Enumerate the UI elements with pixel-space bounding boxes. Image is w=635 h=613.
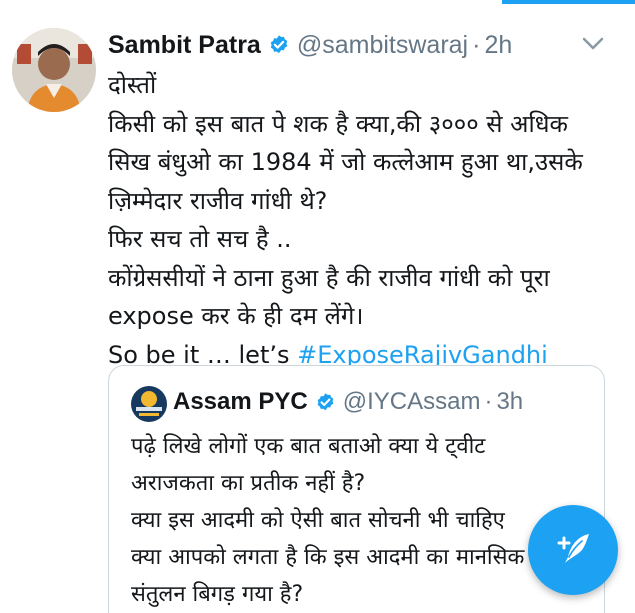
quoted-tweet-header: Assam PYC @IYCAssam · 3h <box>173 384 523 420</box>
verified-badge-icon <box>315 392 336 413</box>
quoted-text-line: पढ़े लिखे लोगों एक बात बताओ क्या ये ट्वी… <box>131 434 486 459</box>
quoted-text-line: अराजकता का प्रतीक नहीं है? <box>131 471 366 496</box>
quoted-tweet-card[interactable]: Assam PYC @IYCAssam · 3h पढ़े लिखे लोगों… <box>108 365 605 613</box>
author-name[interactable]: Sambit Patra <box>108 31 261 60</box>
quoted-author-avatar[interactable] <box>131 386 167 422</box>
chevron-down-icon[interactable] <box>582 36 604 50</box>
tweet-text: दोस्तों किसी को इस बात पे शक है क्या,की … <box>108 66 623 374</box>
tweet-text-line: expose कर के ही दम लेंगे। <box>108 302 364 330</box>
tweet-timestamp[interactable]: 2h <box>484 31 512 60</box>
quoted-text-line: संतुलन बिगड़ गया है? <box>131 582 304 607</box>
quoted-tweet-text: पढ़े लिखे लोगों एक बात बताओ क्या ये ट्वी… <box>131 428 601 613</box>
tweet-text-line: ज़िम्मेदार राजीव गांधी थे? <box>108 186 328 215</box>
quoted-author-name: Assam PYC <box>173 388 308 415</box>
author-avatar[interactable] <box>12 28 96 112</box>
quoted-tweet-timestamp: 3h <box>496 388 524 415</box>
compose-tweet-icon <box>551 526 595 574</box>
author-handle[interactable]: @sambitswaraj <box>297 31 468 60</box>
tweet-text-line: दोस्तों <box>108 71 157 99</box>
tweet-text-line: सिख बंधुओ का 1984 में जो कत्लेआम हुआ था,… <box>108 148 583 176</box>
tweet-header: Sambit Patra @sambitswaraj · 2h <box>108 28 512 62</box>
tweet-text-line: फिर सच तो सच है .. <box>108 225 292 253</box>
quoted-author-handle: @IYCAssam <box>342 388 481 415</box>
tweet-text-line: कोंग्रेससीयों ने ठाना हुआ है की राजीव गा… <box>108 263 550 292</box>
tweet-text-line: किसी को इस बात पे शक है क्या,की ३००० से … <box>108 109 568 138</box>
top-progress-line <box>502 0 635 4</box>
verified-badge-icon <box>268 34 290 56</box>
compose-tweet-button[interactable] <box>528 505 618 595</box>
quoted-meta-separator: · <box>484 388 493 415</box>
meta-separator: · <box>472 30 481 59</box>
